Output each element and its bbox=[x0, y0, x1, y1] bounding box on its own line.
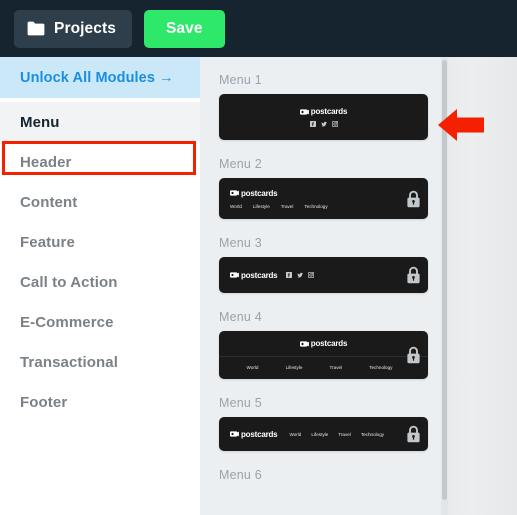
sidebar-item-label: Footer bbox=[20, 393, 68, 411]
sidebar-item-label: Feature bbox=[20, 233, 75, 251]
nav-link: World bbox=[230, 203, 242, 209]
facebook-icon bbox=[286, 272, 293, 278]
lock-icon bbox=[406, 425, 421, 443]
instagram-icon bbox=[308, 272, 315, 278]
card-logo-row: postcards bbox=[219, 331, 428, 357]
template-card-menu-4[interactable]: postcards World Lifestyle Travel Technol… bbox=[219, 331, 428, 379]
template-title: Menu 5 bbox=[219, 396, 262, 410]
right-preview-panel bbox=[448, 57, 517, 515]
nav-link: Lifestyle bbox=[311, 431, 329, 437]
sidebar-item-menu[interactable]: Menu bbox=[0, 102, 200, 142]
nav-link: Technology bbox=[360, 431, 385, 437]
brand-logo: postcards bbox=[230, 270, 278, 280]
nav-link: Lifestyle bbox=[285, 365, 303, 370]
nav-link: Travel bbox=[280, 203, 294, 209]
nav-links: World Lifestyle Travel Technology bbox=[230, 204, 428, 209]
template-title: Menu 3 bbox=[219, 236, 262, 250]
lock-icon bbox=[406, 266, 421, 284]
template-gallery-panel: Menu 1 postcards Menu 2 postcards World … bbox=[200, 57, 447, 515]
sidebar-item-footer[interactable]: Footer bbox=[0, 382, 200, 422]
sidebar-nav-list: Menu Header Content Feature Call to Acti… bbox=[0, 98, 200, 422]
postcards-logo-mark bbox=[299, 108, 309, 115]
sidebar-item-label: E-Commerce bbox=[20, 313, 114, 331]
card-links-row: World Lifestyle Travel Technology bbox=[219, 357, 428, 378]
template-card-menu-5[interactable]: postcards World Lifestyle Travel Technol… bbox=[219, 417, 428, 451]
top-toolbar: Projects Save bbox=[0, 0, 517, 57]
save-button-label: Save bbox=[165, 19, 203, 37]
template-title: Menu 2 bbox=[219, 157, 262, 171]
template-block: Menu 5 postcards World Lifestyle Travel bbox=[219, 396, 447, 451]
projects-button[interactable]: Projects bbox=[14, 9, 132, 48]
sidebar-item-label: Content bbox=[20, 193, 78, 211]
postcards-logo-mark bbox=[230, 272, 239, 278]
template-block: Menu 6 bbox=[219, 468, 447, 482]
nav-link: World bbox=[289, 431, 302, 437]
unlock-all-modules-link[interactable]: Unlock All Modules → bbox=[0, 57, 200, 98]
nav-link: Lifestyle bbox=[252, 203, 270, 209]
sidebar-item-label: Transactional bbox=[20, 353, 119, 371]
brand-name: postcards bbox=[310, 107, 348, 116]
brand-logo: postcards bbox=[299, 107, 348, 116]
template-card-menu-1[interactable]: postcards bbox=[219, 94, 428, 140]
sidebar-item-header[interactable]: Header bbox=[0, 142, 200, 182]
social-icons bbox=[309, 121, 338, 127]
sidebar-item-content[interactable]: Content bbox=[0, 182, 200, 222]
lock-icon bbox=[406, 190, 421, 208]
nav-link: Technology bbox=[304, 203, 328, 209]
template-block: Menu 2 postcards World Lifestyle Travel bbox=[219, 157, 447, 219]
sidebar-item-call-to-action[interactable]: Call to Action bbox=[0, 262, 200, 302]
social-icons bbox=[286, 272, 315, 278]
template-title: Menu 1 bbox=[219, 73, 262, 87]
brand-logo: postcards bbox=[230, 189, 428, 198]
brand-name: postcards bbox=[241, 270, 278, 280]
sidebar: Unlock All Modules → Menu Header Content… bbox=[0, 57, 200, 515]
save-button[interactable]: Save bbox=[143, 9, 225, 48]
template-block: Menu 4 postcards World Lifestyle Travel … bbox=[219, 310, 447, 379]
brand-name: postcards bbox=[310, 339, 348, 348]
app-root: Projects Save Unlock All Modules → Menu … bbox=[0, 0, 517, 515]
brand-logo: postcards bbox=[230, 429, 278, 439]
sidebar-item-e-commerce[interactable]: E-Commerce bbox=[0, 302, 200, 342]
template-title: Menu 4 bbox=[219, 310, 262, 324]
folder-icon bbox=[27, 21, 45, 36]
sidebar-item-label: Menu bbox=[20, 113, 60, 131]
twitter-icon bbox=[297, 272, 304, 278]
nav-links: World Lifestyle Travel Technology bbox=[289, 432, 384, 437]
vertical-scrollbar-thumb[interactable] bbox=[442, 60, 447, 500]
template-block: Menu 3 postcards bbox=[219, 236, 447, 293]
brand-name: postcards bbox=[241, 429, 278, 439]
postcards-logo-mark bbox=[299, 340, 309, 347]
nav-link: Travel bbox=[329, 365, 343, 370]
sidebar-item-label: Call to Action bbox=[20, 273, 118, 291]
postcards-logo-mark bbox=[230, 431, 239, 437]
lock-icon bbox=[406, 346, 421, 364]
sidebar-item-feature[interactable]: Feature bbox=[0, 222, 200, 262]
unlock-all-modules-label: Unlock All Modules → bbox=[20, 69, 174, 86]
twitter-icon bbox=[320, 121, 327, 127]
nav-link: Travel bbox=[338, 431, 351, 437]
template-card-menu-2[interactable]: postcards World Lifestyle Travel Technol… bbox=[219, 178, 428, 219]
template-card-menu-3[interactable]: postcards bbox=[219, 257, 428, 293]
brand-logo: postcards bbox=[299, 339, 348, 348]
brand-name: postcards bbox=[241, 188, 278, 198]
instagram-icon bbox=[331, 121, 338, 127]
postcards-logo-mark bbox=[230, 190, 239, 196]
template-block: Menu 1 postcards bbox=[219, 73, 447, 140]
template-gallery-list: Menu 1 postcards Menu 2 postcards World … bbox=[200, 57, 447, 499]
sidebar-item-label: Header bbox=[20, 153, 72, 171]
nav-link: World bbox=[246, 365, 259, 370]
facebook-icon bbox=[309, 121, 316, 127]
nav-link: Technology bbox=[369, 365, 393, 370]
template-title: Menu 6 bbox=[219, 468, 262, 482]
projects-button-label: Projects bbox=[54, 19, 116, 37]
sidebar-item-transactional[interactable]: Transactional bbox=[0, 342, 200, 382]
